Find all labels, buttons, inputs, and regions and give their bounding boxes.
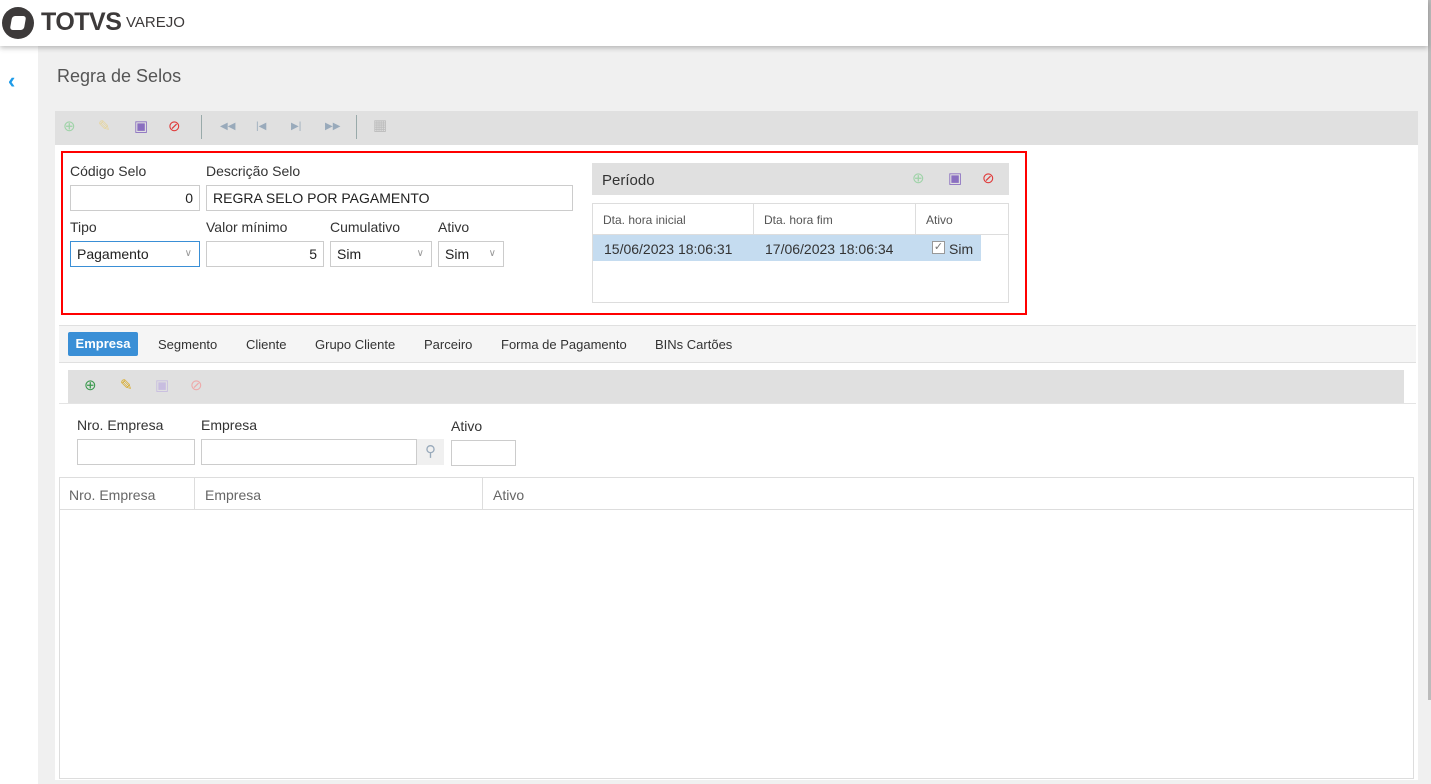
add-icon[interactable]: ⊕ [63,119,76,134]
tab-forma-pagamento[interactable]: Forma de Pagamento [501,337,627,352]
last-record-icon[interactable]: ▶▶ [325,121,340,132]
empresa-grid: Nro. Empresa Empresa Ativo [59,477,1414,779]
col-header[interactable]: Dta. hora inicial [603,213,686,227]
next-record-icon[interactable]: ▶| [291,121,301,132]
first-record-icon[interactable]: ◀◀ [220,121,235,132]
page-title: Regra de Selos [57,66,182,86]
col-header[interactable]: Ativo [493,487,524,503]
edit-pencil-icon[interactable]: ✎ [120,378,133,393]
grid-header: Nro. Empresa Empresa Ativo [60,478,1413,510]
main-toolbar: ⊕ ✎ ▣ ⊘ ◀◀ |◀ ▶| ▶▶ ▦ [55,111,1418,145]
cancel-periodo-icon[interactable]: ⊘ [982,171,995,186]
col-header[interactable]: Ativo [926,213,953,227]
data-fim: 17/06/2023 18:06:34 [765,241,894,257]
tab-cliente[interactable]: Cliente [246,337,286,352]
periodo-grid-header: Dta. hora inicial Dta. hora fim Ativo [593,204,1008,235]
save-icon[interactable]: ▣ [134,119,148,134]
toolbar-divider [356,115,357,139]
periodo-title: Período [602,172,655,189]
tab-bins-cartoes[interactable]: BINs Cartões [655,337,732,352]
product-name: VAREJO [126,14,185,31]
ativo-select[interactable]: Sim [438,241,504,267]
divider [59,403,1416,404]
valor-minimo-field[interactable]: 5 [206,241,324,267]
tipo-value: Pagamento [77,246,149,262]
table-row[interactable]: 15/06/2023 18:06:31 17/06/2023 18:06:34 … [593,235,981,261]
cumulativo-value: Sim [337,246,362,262]
periodo-header: Período ⊕ ▣ ⊘ [592,163,1009,195]
save-icon[interactable]: ▣ [155,378,169,393]
nro-empresa-label: Nro. Empresa [77,417,164,433]
col-header[interactable]: Empresa [205,487,261,503]
periodo-grid: Dta. hora inicial Dta. hora fim Ativo 15… [592,203,1009,303]
cancel-icon[interactable]: ⊘ [168,119,181,134]
tab-parceiro[interactable]: Parceiro [424,337,472,352]
brand-name: TOTVS [41,8,122,36]
ativo-field[interactable] [451,440,516,466]
nro-empresa-field[interactable] [77,439,195,465]
toolbar-divider [201,115,202,139]
empresa-field[interactable] [201,439,417,465]
empresa-toolbar: ⊕ ✎ ▣ ⊘ [68,370,1404,403]
tab-segmento[interactable]: Segmento [158,337,217,352]
totvs-logo-icon [2,7,34,39]
app-header: TOTVS VAREJO [0,0,1428,46]
add-periodo-icon[interactable]: ⊕ [912,171,925,186]
ativo-label: Ativo [451,418,483,434]
tipo-select[interactable]: Pagamento [70,241,200,267]
col-header[interactable]: Nro. Empresa [69,487,155,503]
search-button[interactable]: ⚲ [417,439,444,465]
save-periodo-icon[interactable]: ▣ [948,171,962,186]
grid-icon[interactable]: ▦ [373,118,387,133]
previous-record-icon[interactable]: |◀ [256,121,266,132]
tab-label: Empresa [75,336,131,351]
col-header[interactable]: Dta. hora fim [764,213,833,227]
edit-pencil-icon[interactable]: ✎ [98,119,111,134]
ativo-value: Sim [949,241,974,257]
tipo-label: Tipo [70,219,97,235]
descricao-label: Descrição Selo [206,163,301,179]
checkbox-icon[interactable]: ✓ [932,241,945,254]
descricao-field[interactable]: REGRA SELO POR PAGAMENTO [206,185,573,211]
search-icon: ⚲ [425,443,436,460]
codigo-label: Código Selo [70,163,147,179]
cancel-icon[interactable]: ⊘ [190,378,203,393]
tab-grupo-cliente[interactable]: Grupo Cliente [315,337,395,352]
back-chevron-icon[interactable]: ‹ [8,68,15,94]
cumulativo-label: Cumulativo [330,219,401,235]
ativo-label: Ativo [438,219,470,235]
valor-minimo-label: Valor mínimo [206,219,288,235]
tab-empresa[interactable]: Empresa [68,332,138,356]
empresa-label: Empresa [201,417,258,433]
add-icon[interactable]: ⊕ [84,378,97,393]
sidebar: ‹ [0,46,38,784]
data-inicial: 15/06/2023 18:06:31 [604,241,733,257]
cumulativo-select[interactable]: Sim [330,241,432,267]
ativo-value: Sim [445,246,470,262]
codigo-field[interactable]: 0 [70,185,200,211]
